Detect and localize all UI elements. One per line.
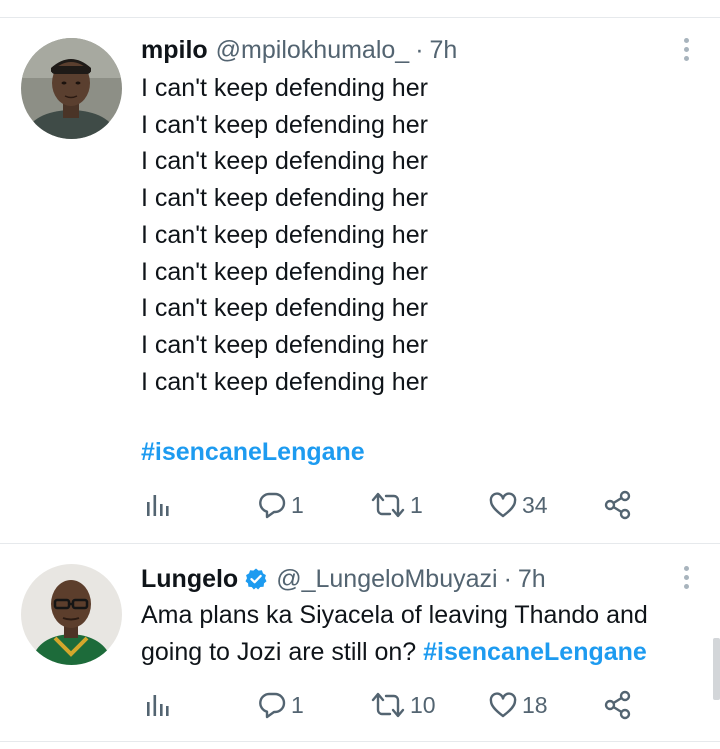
tweet-actions: 1 1 34 [141,488,641,522]
avatar[interactable] [21,38,122,139]
share-icon [604,490,631,520]
views-button[interactable] [145,688,171,722]
tweet-line: I can't keep defending her [141,367,428,396]
like-button[interactable]: 18 [488,688,548,722]
retweet-icon [371,692,405,718]
more-icon[interactable] [682,38,690,62]
reply-icon [259,492,286,519]
like-icon [489,692,517,718]
share-button[interactable] [604,488,632,522]
tweet-text: I can't keep defending her I can't keep … [141,70,428,400]
hashtag-link[interactable]: #isencaneLengane [423,638,647,666]
retweet-button[interactable]: 1 [370,488,423,522]
retweet-button[interactable]: 10 [370,688,436,722]
tweet-actions: 1 10 18 [141,688,641,722]
hashtag-link[interactable]: #isencaneLengane [141,438,365,467]
timestamp[interactable]: 7h [430,36,458,65]
like-count: 18 [522,691,548,718]
retweet-icon [371,492,405,518]
tweet-lungelo[interactable]: Lungelo @_LungeloMbuyazi · 7h Ama plans … [0,544,720,741]
tweet-line: I can't keep defending her [141,74,428,102]
display-name[interactable]: mpilo [141,36,208,65]
share-button[interactable] [604,688,632,722]
separator: · [415,35,424,64]
tweet-text: Ama plans ka Siyacela of leaving Thando … [141,597,711,671]
tweet-line: I can't keep defending her [141,330,428,359]
retweet-count: 1 [410,491,423,518]
avatar[interactable] [21,564,122,665]
separator: · [503,564,512,593]
views-button[interactable] [145,488,171,522]
retweet-count: 10 [410,691,436,718]
tweet-line: I can't keep defending her [141,184,428,213]
more-icon[interactable] [682,566,690,590]
tweet-header: mpilo @mpilokhumalo_ · 7h [141,32,457,68]
tweet-header: Lungelo @_LungeloMbuyazi · 7h [141,561,546,597]
user-handle[interactable]: @mpilokhumalo_ [216,36,410,65]
tweet-line: I can't keep defending her [141,294,428,323]
user-handle[interactable]: @_LungeloMbuyazi [276,565,497,594]
views-icon [147,695,169,716]
like-icon [489,492,517,518]
timestamp[interactable]: 7h [518,565,546,594]
views-icon [147,495,169,516]
verified-icon [245,568,267,590]
like-count: 34 [522,491,548,518]
reply-count: 1 [291,491,304,518]
like-button[interactable]: 34 [488,488,548,522]
scrollbar-thumb[interactable] [713,638,720,700]
display-name[interactable]: Lungelo [141,565,238,594]
reply-icon [259,692,286,719]
share-icon [604,690,631,720]
reply-count: 1 [291,691,304,718]
tweet-line: I can't keep defending her [141,257,428,286]
tweet-mpilo[interactable]: mpilo @mpilokhumalo_ · 7h I can't keep d… [0,18,720,543]
tweet-line: I can't keep defending her [141,147,428,176]
tweet-line: I can't keep defending her [141,110,428,139]
bottom-divider [0,741,720,742]
reply-button[interactable]: 1 [257,488,304,522]
tweet-line: I can't keep defending her [141,220,428,249]
reply-button[interactable]: 1 [257,688,304,722]
